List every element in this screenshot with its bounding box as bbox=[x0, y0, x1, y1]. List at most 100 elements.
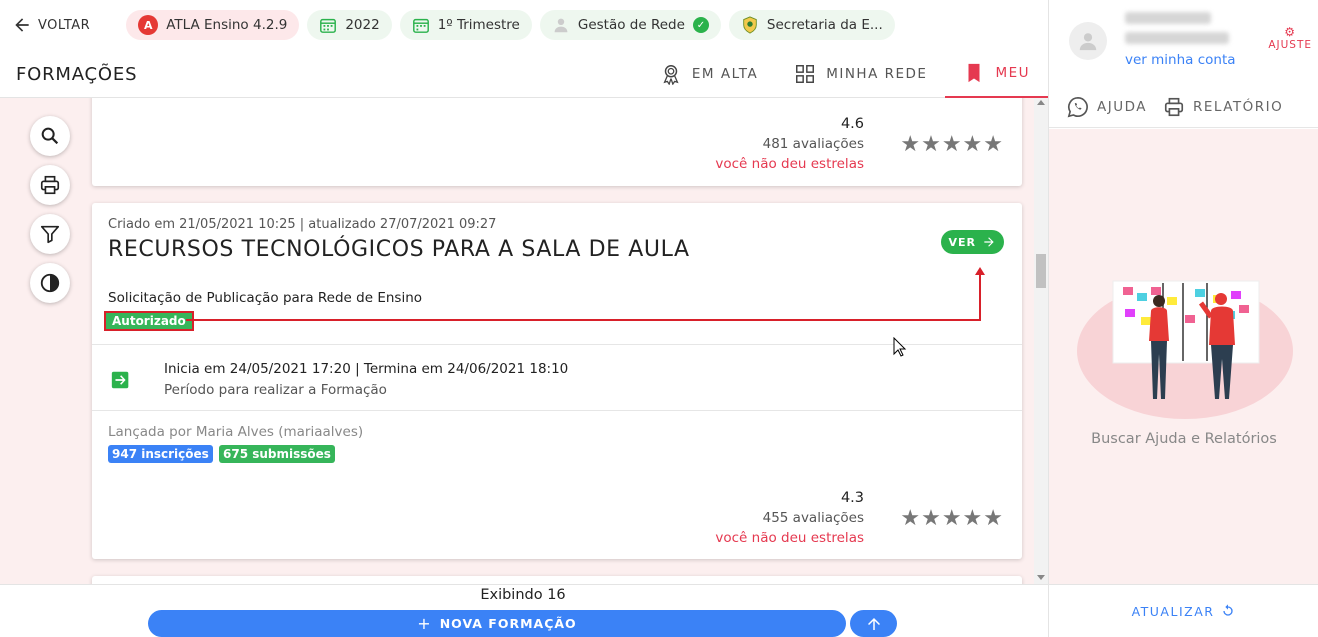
course-card[interactable]: Criado em 21/05/2021 10:25 | atualizado … bbox=[92, 203, 1022, 559]
tab-trending[interactable]: EM ALTA bbox=[642, 50, 776, 98]
settings-button[interactable]: ⚙ AJUSTE bbox=[1268, 26, 1312, 52]
rating-score: 4.6 bbox=[840, 116, 864, 132]
user-email-blurred bbox=[1125, 32, 1229, 44]
right-panel: ver minha conta ⚙ AJUSTE AJUDA RELATÓRIO bbox=[1048, 0, 1318, 637]
scrollbar[interactable] bbox=[1034, 98, 1048, 584]
launched-by: Lançada por Maria Alves (mariaalves) bbox=[108, 424, 364, 440]
scroll-up-arrow[interactable] bbox=[1037, 100, 1045, 105]
period-description: Período para realizar a Formação bbox=[164, 382, 387, 398]
divider bbox=[92, 410, 1022, 411]
no-rating-text: você não deu estrelas bbox=[715, 530, 864, 546]
org-chip-label: Secretaria da E... bbox=[766, 17, 883, 33]
search-button[interactable] bbox=[30, 116, 70, 156]
settings-label: AJUSTE bbox=[1268, 39, 1312, 51]
rating-count: 455 avaliações bbox=[762, 510, 864, 526]
role-chip-label: Gestão de Rede bbox=[577, 17, 685, 33]
course-card[interactable] bbox=[92, 576, 1022, 584]
app-logo-icon: A bbox=[138, 15, 159, 35]
account-link[interactable]: ver minha conta bbox=[1125, 52, 1236, 68]
view-tabs: EM ALTA MINHA REDE MEU bbox=[642, 50, 1048, 98]
rating-score: 4.3 bbox=[840, 490, 864, 506]
view-label: VER bbox=[948, 235, 976, 249]
scroll-down-arrow[interactable] bbox=[1037, 575, 1045, 580]
tab-trending-label: EM ALTA bbox=[691, 66, 759, 82]
avatar[interactable] bbox=[1069, 22, 1107, 60]
contrast-icon bbox=[40, 273, 60, 293]
scroll-top-button[interactable] bbox=[850, 610, 897, 637]
course-title: RECURSOS TECNOLÓGICOS PARA A SALA DE AUL… bbox=[108, 237, 690, 262]
whatsapp-icon bbox=[1067, 96, 1088, 117]
search-icon bbox=[41, 127, 59, 145]
enrollments-badge: 947 inscrições bbox=[108, 445, 213, 463]
new-course-button[interactable]: + NOVA FORMAÇÃO bbox=[148, 610, 846, 637]
back-label: VOLTAR bbox=[38, 17, 91, 33]
courses-list[interactable]: 4.6 481 avaliações você não deu estrelas… bbox=[0, 98, 1034, 584]
course-period: Inicia em 24/05/2021 17:20 | Termina em … bbox=[164, 359, 568, 401]
footer: Exibindo 16 + NOVA FORMAÇÃO bbox=[0, 584, 1048, 637]
scroll-thumb[interactable] bbox=[1036, 254, 1046, 288]
grid-icon bbox=[796, 65, 815, 83]
plus-icon: + bbox=[417, 614, 432, 633]
gear-icon: ⚙ bbox=[1284, 25, 1297, 39]
refresh-button[interactable]: ATUALIZAR bbox=[1049, 584, 1318, 637]
year-chip[interactable]: 2022 bbox=[307, 10, 392, 40]
tab-help[interactable]: AJUDA bbox=[1067, 96, 1147, 118]
user-icon bbox=[1079, 33, 1097, 51]
calendar-icon bbox=[412, 16, 430, 34]
course-meta: Criado em 21/05/2021 10:25 | atualizado … bbox=[108, 217, 497, 232]
help-illustration bbox=[1077, 280, 1293, 419]
year-chip-label: 2022 bbox=[345, 17, 380, 33]
star-rating[interactable]: ★★★★★ bbox=[900, 506, 1004, 531]
submissions-badge: 675 submissões bbox=[219, 445, 335, 463]
role-chip[interactable]: Gestão de Rede ✓ bbox=[539, 10, 721, 40]
contrast-button[interactable] bbox=[30, 263, 70, 303]
annotation-arrowhead bbox=[975, 267, 985, 275]
tab-report[interactable]: RELATÓRIO bbox=[1163, 96, 1283, 118]
tab-network[interactable]: MINHA REDE bbox=[776, 50, 945, 98]
refresh-label: ATUALIZAR bbox=[1131, 603, 1215, 619]
divider bbox=[92, 344, 1022, 345]
star-rating[interactable]: ★★★★★ bbox=[900, 132, 1004, 157]
user-icon bbox=[552, 16, 570, 34]
app-chip[interactable]: A ATLA Ensino 4.2.9 bbox=[126, 10, 300, 40]
calendar-icon bbox=[319, 16, 337, 34]
title-bar: FORMAÇÕES EM ALTA MINHA REDE MEU bbox=[0, 50, 1048, 98]
arrow-right-icon bbox=[984, 237, 994, 247]
tab-help-label: AJUDA bbox=[1097, 98, 1147, 115]
page-title: FORMAÇÕES bbox=[16, 64, 138, 85]
request-text: Solicitação de Publicação para Rede de E… bbox=[108, 290, 423, 306]
sidebar-tabs: AJUDA RELATÓRIO bbox=[1049, 86, 1318, 128]
refresh-icon bbox=[1223, 604, 1234, 616]
showing-count: Exibindo 16 bbox=[480, 587, 566, 603]
term-chip[interactable]: 1º Trimestre bbox=[399, 10, 532, 40]
award-icon bbox=[663, 65, 679, 85]
course-card[interactable]: 4.6 481 avaliações você não deu estrelas… bbox=[92, 98, 1022, 186]
term-chip-label: 1º Trimestre bbox=[437, 17, 520, 33]
rating-count: 481 avaliações bbox=[762, 136, 864, 152]
view-button[interactable]: VER bbox=[940, 230, 1004, 254]
tab-mine[interactable]: MEU bbox=[945, 50, 1048, 98]
status-badge: Autorizado bbox=[104, 311, 194, 331]
help-panel: Buscar Ajuda e Relatórios bbox=[1049, 129, 1318, 584]
bookmark-icon bbox=[968, 63, 980, 83]
printer-icon bbox=[40, 175, 60, 195]
printer-icon bbox=[1164, 97, 1184, 116]
rating-summary: 4.3 455 avaliações você não deu estrelas bbox=[715, 488, 864, 548]
new-course-label: NOVA FORMAÇÃO bbox=[439, 616, 577, 631]
enter-icon bbox=[111, 371, 129, 389]
rating-summary: 4.6 481 avaliações você não deu estrelas bbox=[715, 114, 864, 174]
tab-mine-label: MEU bbox=[995, 65, 1030, 81]
arrow-up-icon bbox=[867, 617, 880, 630]
help-title: Buscar Ajuda e Relatórios bbox=[1091, 431, 1277, 447]
tab-report-label: RELATÓRIO bbox=[1193, 98, 1284, 115]
org-chip[interactable]: Secretaria da E... bbox=[728, 10, 895, 40]
check-icon: ✓ bbox=[692, 17, 709, 33]
back-button[interactable]: VOLTAR bbox=[12, 15, 90, 35]
period-dates: Inicia em 24/05/2021 17:20 | Termina em … bbox=[164, 361, 569, 377]
crest-icon bbox=[741, 16, 759, 34]
mouse-cursor-icon bbox=[893, 337, 907, 357]
print-button[interactable] bbox=[30, 165, 70, 205]
filter-button[interactable] bbox=[30, 214, 70, 254]
filter-icon bbox=[40, 225, 60, 244]
arrow-left-icon bbox=[15, 18, 29, 32]
